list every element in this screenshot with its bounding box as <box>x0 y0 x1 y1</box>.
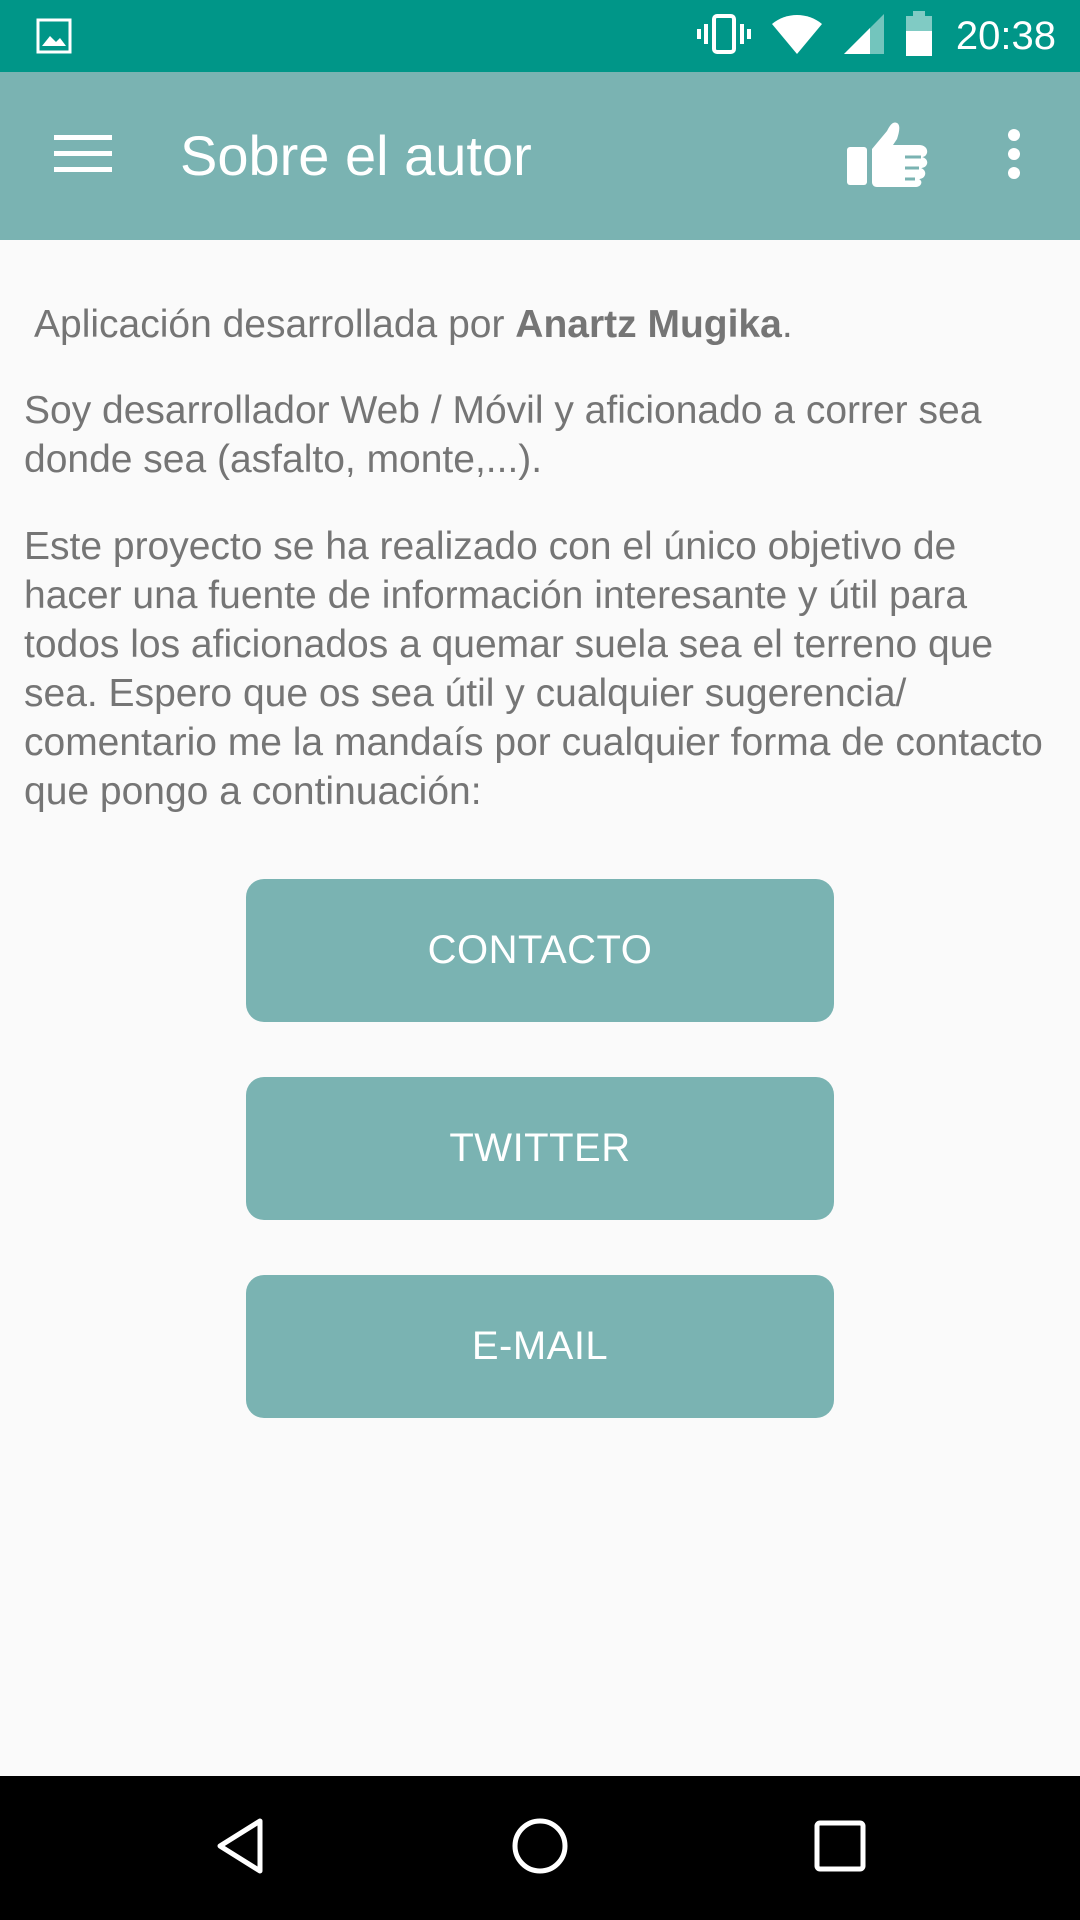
cell-signal-icon <box>842 12 886 60</box>
nav-back-button[interactable] <box>190 1798 290 1898</box>
page-title: Sobre el autor <box>180 124 532 187</box>
project-description: Este proyecto se ha realizado con el úni… <box>24 525 1043 813</box>
email-button[interactable]: E-MAIL <box>246 1275 834 1418</box>
twitter-button[interactable]: TWITTER <box>246 1077 834 1220</box>
status-time: 20:38 <box>955 14 1056 58</box>
developer-description: Soy desarrollador Web / Móvil y aficiona… <box>24 389 982 481</box>
content-area: Aplicación desarrollada por Anartz Mugik… <box>0 240 1080 1776</box>
more-vert-icon <box>1006 128 1022 184</box>
intro-prefix: Aplicación desarrollada por <box>34 303 516 346</box>
intro-text: Aplicación desarrollada por Anartz Mugik… <box>24 300 1064 349</box>
contact-button[interactable]: CONTACTO <box>246 879 834 1022</box>
like-button[interactable] <box>836 118 940 194</box>
status-icons: 20:38 <box>696 0 1056 72</box>
menu-button[interactable] <box>30 114 138 198</box>
nav-recents-button[interactable] <box>790 1798 890 1898</box>
battery-icon <box>904 11 934 61</box>
hamburger-menu-icon <box>54 133 112 179</box>
navigation-bar <box>0 1776 1080 1920</box>
status-bar: 20:38 <box>0 0 1080 72</box>
wifi-icon <box>770 12 824 60</box>
nav-home-button[interactable] <box>490 1798 590 1898</box>
home-circle-icon <box>510 1816 570 1880</box>
thumbs-up-icon <box>847 121 929 191</box>
app-bar: Sobre el autor <box>0 72 1080 240</box>
intro-suffix: . <box>781 303 793 346</box>
about-author-screen: 20:38 Sobre el autor Aplicación desarrol… <box>0 0 1080 1920</box>
vibrate-icon <box>696 12 752 60</box>
back-triangle-icon <box>212 1816 268 1880</box>
more-options-button[interactable] <box>980 114 1048 198</box>
author-name: Anartz Mugika <box>515 303 782 346</box>
recents-square-icon <box>813 1819 867 1877</box>
image-notification-icon <box>36 18 72 54</box>
